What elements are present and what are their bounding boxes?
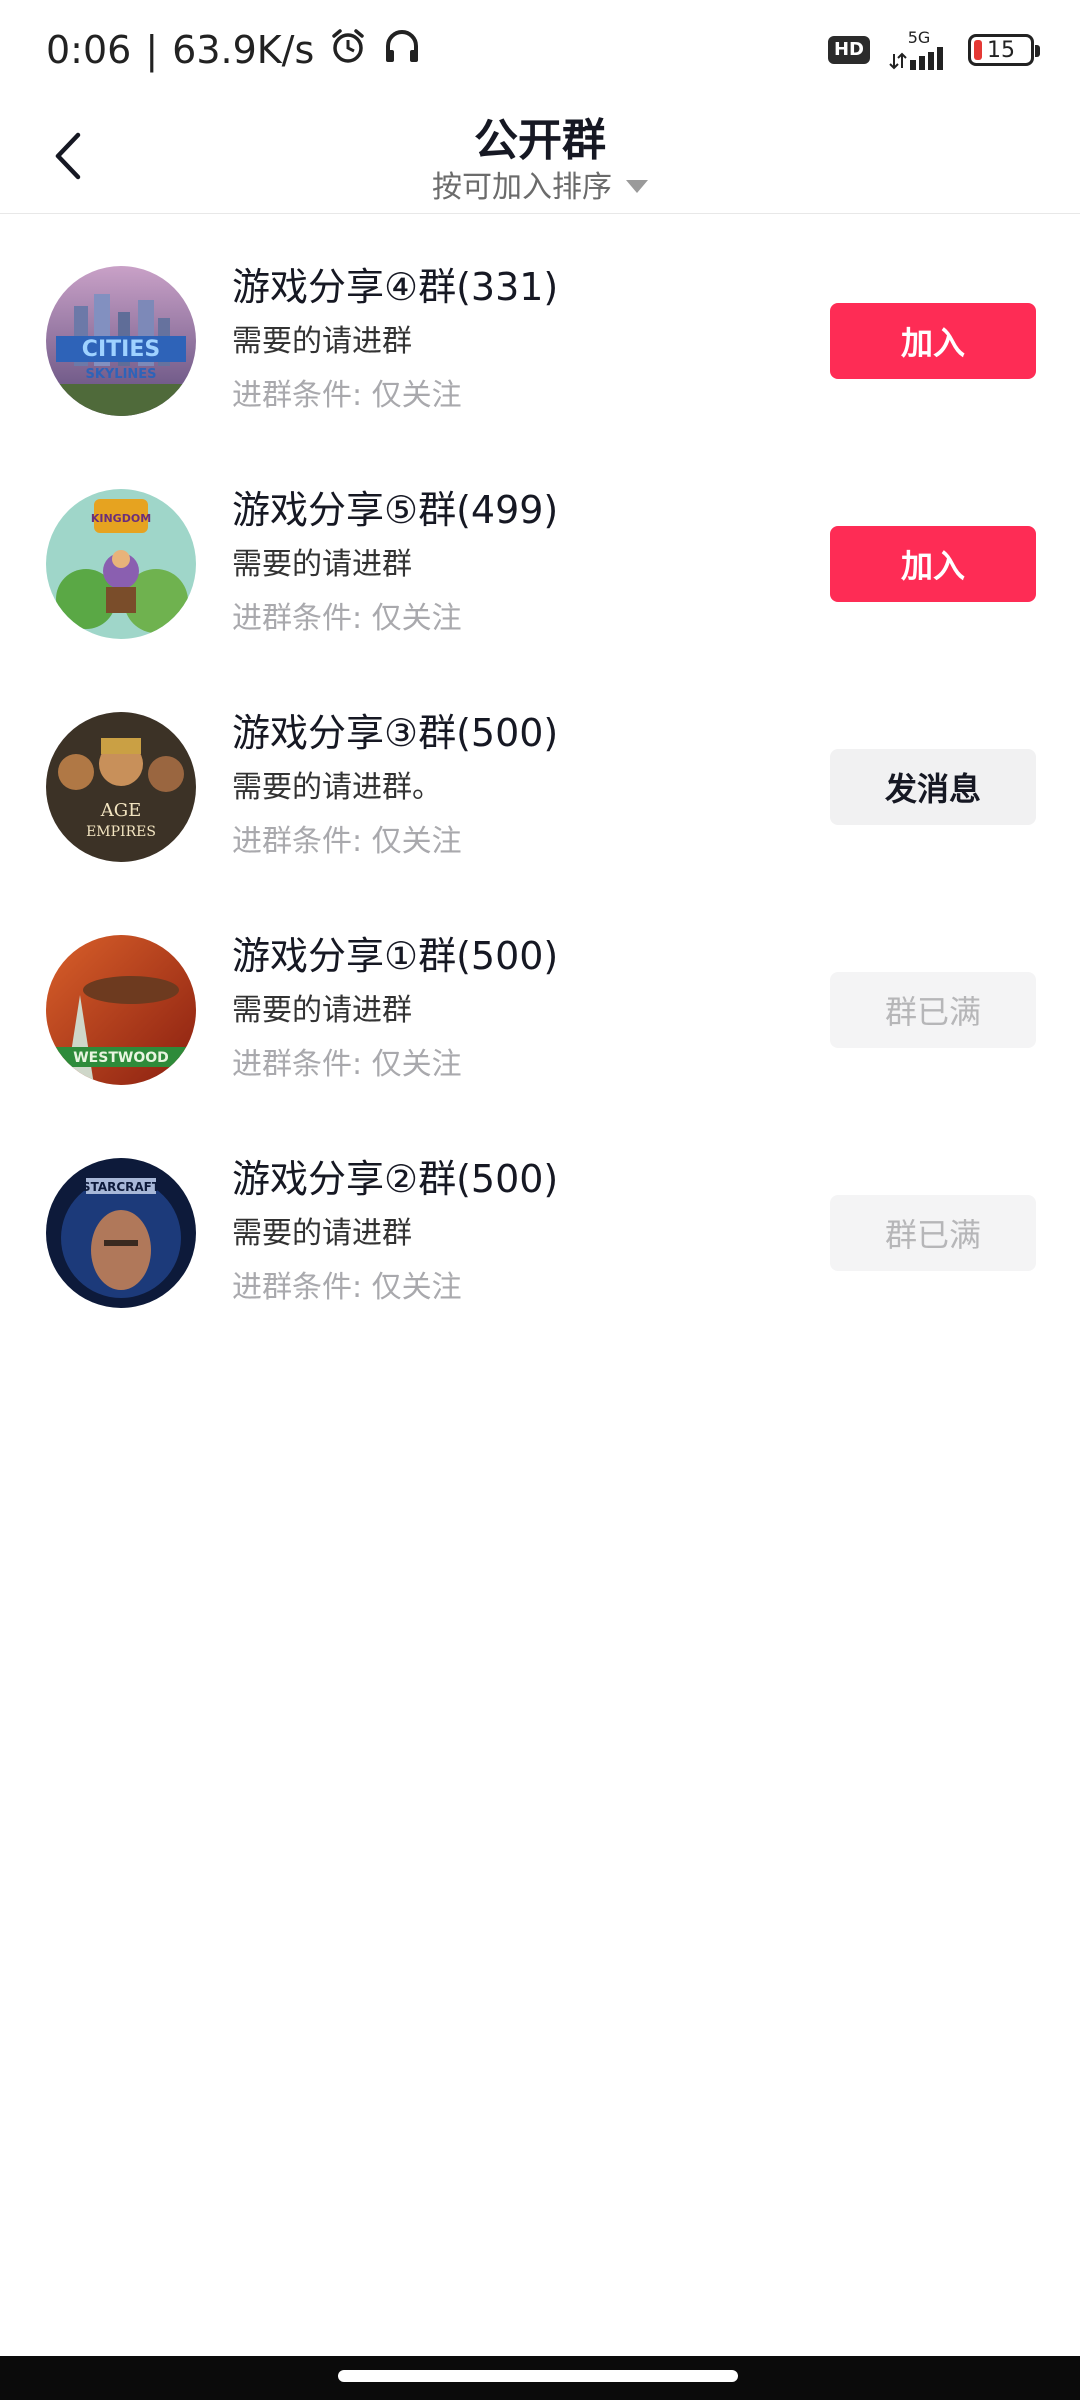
group-list: CITIES SKYLINES 游戏分享④群(331) 需要的请进群 进群条件:… xyxy=(0,230,1080,1345)
home-indicator[interactable] xyxy=(338,2370,738,2382)
list-item[interactable]: STARCRAFT 游戏分享②群(500) 需要的请进群 进群条件: 仅关注 群… xyxy=(0,1122,1080,1345)
status-bar: 0:06 | 63.9K/s HD 5G 15 xyxy=(0,0,1080,100)
group-description: 需要的请进群 xyxy=(232,324,412,359)
status-divider: | xyxy=(145,28,159,72)
starcraft-avatar[interactable]: STARCRAFT xyxy=(46,1158,196,1308)
svg-text:KINGDOM: KINGDOM xyxy=(91,512,151,525)
status-right: HD 5G 15 xyxy=(827,30,1040,70)
kingdom-rush-avatar[interactable]: KINGDOM xyxy=(46,489,196,639)
group-name: 游戏分享①群(500) xyxy=(232,934,559,978)
signal-icon xyxy=(889,47,943,70)
list-item[interactable]: KINGDOM 游戏分享⑤群(499) 需要的请进群 进群条件: 仅关注 加入 xyxy=(0,453,1080,676)
join-button[interactable]: 加入 xyxy=(830,526,1036,602)
join-button[interactable]: 加入 xyxy=(830,303,1036,379)
group-description: 需要的请进群 xyxy=(232,1216,412,1251)
age-of-empires-avatar[interactable]: AGE EMPIRES xyxy=(46,712,196,862)
caret-down-icon xyxy=(626,179,648,193)
group-condition: 进群条件: 仅关注 xyxy=(232,378,462,413)
status-time: 0:06 xyxy=(46,28,132,72)
hd-badge: HD xyxy=(827,36,870,64)
svg-text:WESTWOOD: WESTWOOD xyxy=(73,1050,169,1066)
svg-text:STARCRAFT: STARCRAFT xyxy=(82,1180,161,1194)
sort-dropdown[interactable]: 按可加入排序 xyxy=(0,162,1080,206)
group-condition: 进群条件: 仅关注 xyxy=(232,1270,462,1305)
group-full-button[interactable]: 群已满 xyxy=(830,972,1036,1048)
svg-text:CITIES: CITIES xyxy=(82,337,160,362)
group-full-button[interactable]: 群已满 xyxy=(830,1195,1036,1271)
battery-icon: 15 xyxy=(968,34,1040,66)
list-item[interactable]: AGE EMPIRES 游戏分享③群(500) 需要的请进群。 进群条件: 仅关… xyxy=(0,676,1080,899)
group-condition: 进群条件: 仅关注 xyxy=(232,1047,462,1082)
status-left: 0:06 | 63.9K/s xyxy=(46,26,422,75)
list-item[interactable]: WESTWOOD 游戏分享①群(500) 需要的请进群 进群条件: 仅关注 群已… xyxy=(0,899,1080,1122)
group-name: 游戏分享③群(500) xyxy=(232,711,559,755)
group-info: 游戏分享②群(500) 需要的请进群 进群条件: 仅关注 xyxy=(232,1154,558,1308)
list-item[interactable]: CITIES SKYLINES 游戏分享④群(331) 需要的请进群 进群条件:… xyxy=(0,230,1080,453)
group-name: 游戏分享②群(500) xyxy=(232,1157,559,1201)
westwood-avatar[interactable]: WESTWOOD xyxy=(46,935,196,1085)
group-info: 游戏分享①群(500) 需要的请进群 进群条件: 仅关注 xyxy=(232,931,558,1085)
status-speed: 63.9K/s xyxy=(172,28,315,72)
page-header: 公开群 按可加入排序 xyxy=(0,100,1080,214)
group-info: 游戏分享⑤群(499) 需要的请进群 进群条件: 仅关注 xyxy=(232,485,558,639)
group-info: 游戏分享④群(331) 需要的请进群 进群条件: 仅关注 xyxy=(232,262,558,416)
system-nav-bar xyxy=(0,2356,1080,2400)
alarm-icon xyxy=(328,26,368,75)
network-indicator: 5G xyxy=(888,30,950,70)
sort-label: 按可加入排序 xyxy=(432,170,612,205)
svg-text:AGE: AGE xyxy=(100,800,142,821)
group-description: 需要的请进群 xyxy=(232,993,412,1028)
cities-skylines-avatar[interactable]: CITIES SKYLINES xyxy=(46,266,196,416)
battery-level: 15 xyxy=(987,37,1015,63)
send-message-button[interactable]: 发消息 xyxy=(830,749,1036,825)
group-name: 游戏分享④群(331) xyxy=(232,265,559,309)
group-condition: 进群条件: 仅关注 xyxy=(232,601,462,636)
page-title: 公开群 xyxy=(474,115,606,166)
headphones-icon xyxy=(382,26,422,75)
group-description: 需要的请进群 xyxy=(232,547,412,582)
group-description: 需要的请进群。 xyxy=(232,770,442,805)
svg-text:SKYLINES: SKYLINES xyxy=(85,367,156,382)
svg-text:EMPIRES: EMPIRES xyxy=(86,824,156,840)
group-name: 游戏分享⑤群(499) xyxy=(232,488,559,532)
group-info: 游戏分享③群(500) 需要的请进群。 进群条件: 仅关注 xyxy=(232,708,558,862)
group-condition: 进群条件: 仅关注 xyxy=(232,824,462,859)
network-label: 5G xyxy=(907,28,931,47)
